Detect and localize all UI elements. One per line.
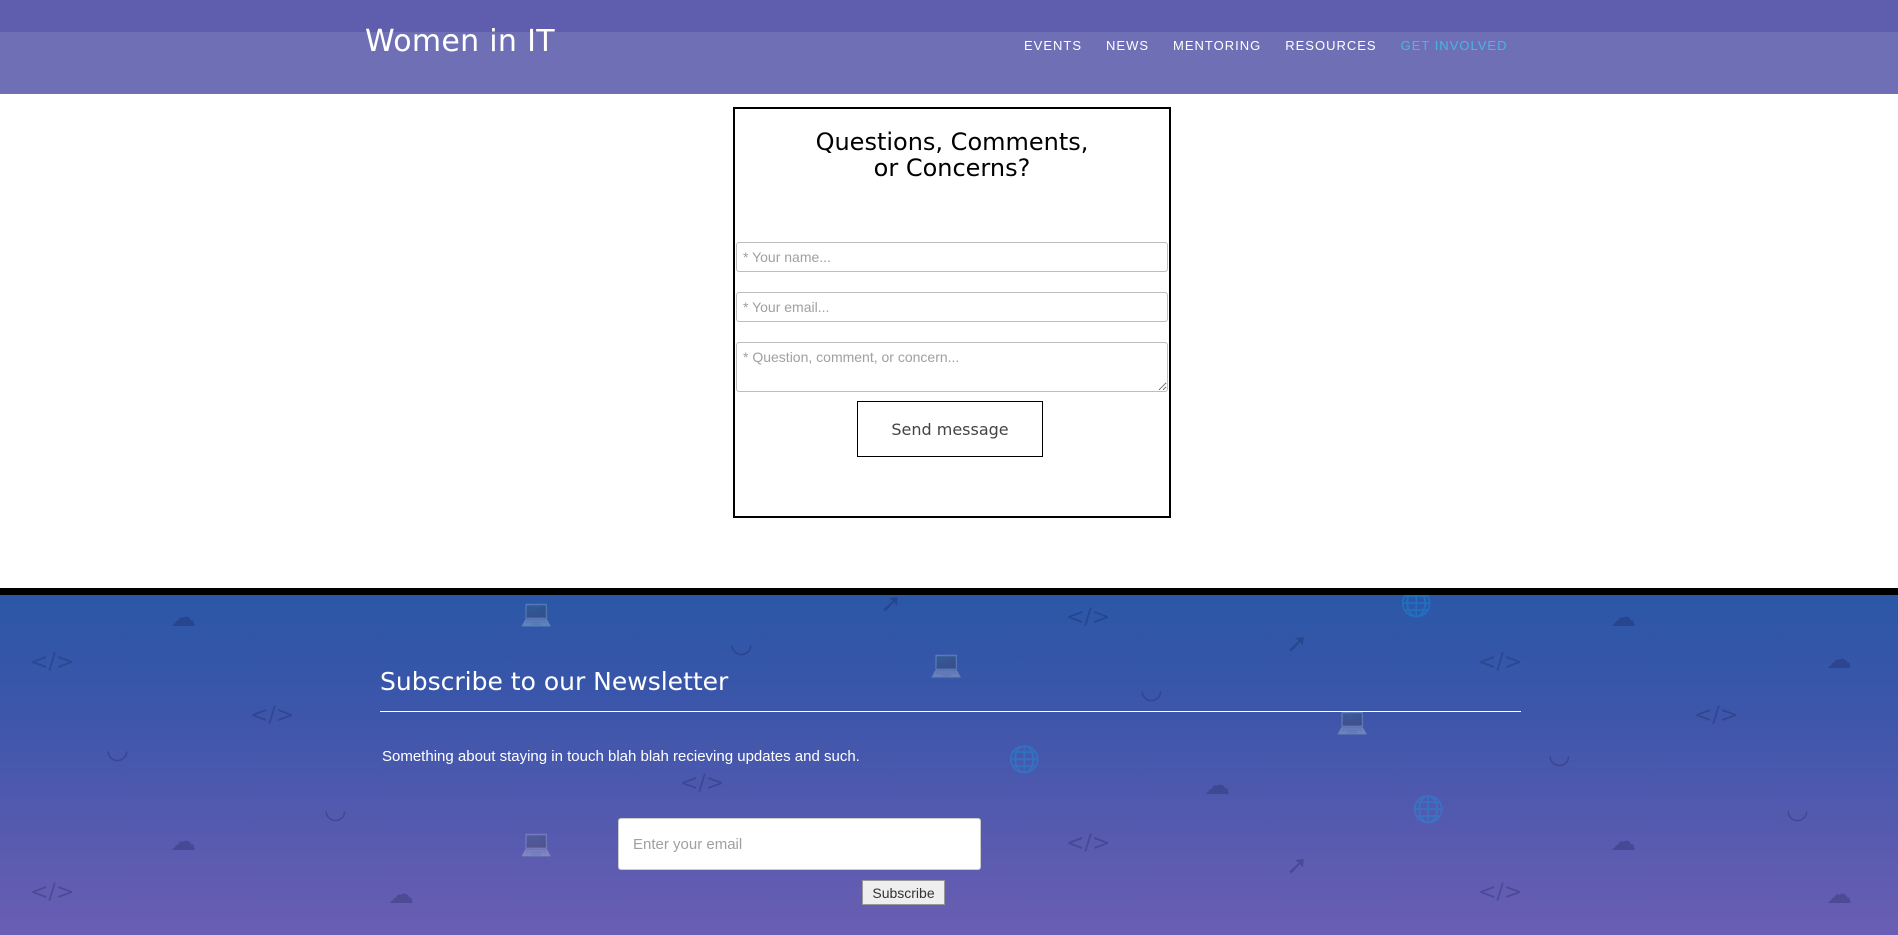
code-icon: </> — [250, 703, 295, 728]
newsletter-divider — [380, 711, 1521, 712]
wifi-icon: ◡ — [1548, 740, 1571, 770]
cloud-icon: ☁ — [1204, 771, 1230, 801]
code-icon: </> — [680, 771, 725, 796]
newsletter-footer: ☁ 💻 ➚ </> 🌐 ☁ </> ◡ 💻 ➚ </> ☁ </> ◡ 💻 </… — [0, 588, 1898, 935]
nav-item-get-involved[interactable]: GET INVOLVED — [1401, 38, 1508, 53]
cloud-icon: ☁ — [170, 603, 196, 633]
code-icon: </> — [1478, 650, 1523, 675]
cursor-icon: ➚ — [880, 589, 902, 619]
name-field[interactable] — [736, 242, 1168, 272]
newsletter-email-input[interactable] — [618, 818, 981, 870]
wifi-icon: ◡ — [324, 795, 347, 825]
email-field[interactable] — [736, 292, 1168, 322]
site-brand[interactable]: Women in IT — [365, 24, 555, 59]
laptop-icon: 💻 — [520, 829, 553, 859]
cloud-icon: ☁ — [1826, 880, 1852, 910]
subscribe-button[interactable]: Subscribe — [862, 880, 945, 905]
cloud-icon: ☁ — [1826, 645, 1852, 675]
cursor-icon: ➚ — [1286, 851, 1308, 881]
newsletter-description: Something about staying in touch blah bl… — [382, 748, 860, 765]
header-top-strip — [0, 0, 1898, 32]
laptop-icon: 💻 — [520, 599, 553, 629]
wifi-icon: ◡ — [106, 735, 129, 765]
cloud-icon: ☁ — [1610, 603, 1636, 633]
code-icon: </> — [1694, 703, 1739, 728]
globe-icon: 🌐 — [1008, 745, 1041, 775]
nav-item-resources[interactable]: RESOURCES — [1285, 38, 1376, 53]
nav-item-events[interactable]: EVENTS — [1024, 38, 1082, 53]
cloud-icon: ☁ — [170, 827, 196, 857]
globe-icon: 🌐 — [1412, 795, 1445, 825]
code-icon: </> — [1066, 831, 1111, 856]
wifi-icon: ◡ — [730, 629, 753, 659]
laptop-icon: 💻 — [930, 650, 963, 680]
contact-title-line-1: Questions, Comments, — [815, 128, 1089, 156]
cloud-icon: ☁ — [388, 880, 414, 910]
contact-title: Questions, Comments, or Concerns? — [735, 129, 1169, 181]
cursor-icon: ➚ — [1286, 629, 1308, 659]
nav-item-mentoring[interactable]: MENTORING — [1173, 38, 1261, 53]
wifi-icon: ◡ — [1786, 795, 1809, 825]
code-icon: </> — [30, 880, 75, 905]
contact-title-line-2: or Concerns? — [873, 154, 1031, 182]
wifi-icon: ◡ — [1140, 675, 1163, 705]
cloud-icon: ☁ — [1610, 827, 1636, 857]
code-icon: </> — [1066, 605, 1111, 630]
send-message-button[interactable]: Send message — [857, 401, 1043, 457]
contact-form: Questions, Comments, or Concerns? Send m… — [733, 107, 1171, 518]
message-field[interactable] — [736, 342, 1168, 392]
globe-icon: 🌐 — [1400, 589, 1433, 619]
main-nav: EVENTS NEWS MENTORING RESOURCES GET INVO… — [1024, 38, 1531, 53]
newsletter-title: Subscribe to our Newsletter — [380, 667, 729, 696]
site-header: Women in IT EVENTS NEWS MENTORING RESOUR… — [0, 0, 1898, 94]
nav-item-news[interactable]: NEWS — [1106, 38, 1149, 53]
code-icon: </> — [1478, 880, 1523, 905]
code-icon: </> — [30, 650, 75, 675]
